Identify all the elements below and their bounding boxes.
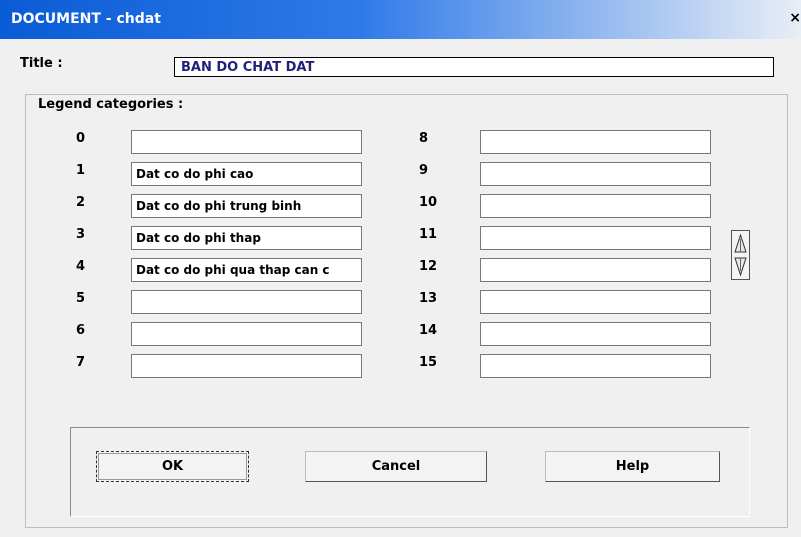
category-number: 5 (76, 291, 86, 306)
title-bar: DOCUMENT - chdat × (0, 0, 801, 39)
category-number: 13 (419, 291, 438, 306)
category-field[interactable] (131, 290, 362, 314)
category-scroll-spinner[interactable] (731, 230, 750, 280)
category-number: 7 (76, 355, 86, 370)
category-field[interactable]: Dat co do phi qua thap can c (131, 258, 362, 282)
category-field[interactable] (480, 226, 711, 250)
category-number: 1 (76, 163, 86, 178)
category-number: 4 (76, 259, 86, 274)
category-number: 3 (76, 227, 86, 242)
legend-categories-label: Legend categories : (36, 97, 186, 112)
category-number: 9 (419, 163, 429, 178)
up-down-arrow-icon (734, 233, 747, 277)
category-field[interactable]: Dat co do phi thap (131, 226, 362, 250)
category-number: 2 (76, 195, 86, 210)
category-number: 6 (76, 323, 86, 338)
help-button[interactable]: Help (545, 451, 720, 482)
title-label: Title : (20, 56, 63, 71)
category-number: 11 (419, 227, 438, 242)
category-field[interactable] (480, 322, 711, 346)
category-field[interactable] (131, 130, 362, 154)
category-field[interactable] (131, 354, 362, 378)
category-field[interactable] (480, 194, 711, 218)
category-field[interactable]: Dat co do phi cao (131, 162, 362, 186)
category-number: 8 (419, 131, 429, 146)
category-field[interactable] (480, 354, 711, 378)
category-field[interactable] (480, 162, 711, 186)
category-field[interactable] (480, 130, 711, 154)
category-number: 15 (419, 355, 438, 370)
close-icon[interactable]: × (789, 10, 801, 26)
category-field[interactable] (480, 258, 711, 282)
category-number: 0 (76, 131, 86, 146)
category-field[interactable] (480, 290, 711, 314)
title-input[interactable]: BAN DO CHAT DAT (174, 57, 774, 77)
category-number: 12 (419, 259, 438, 274)
category-field[interactable] (131, 322, 362, 346)
window-title: DOCUMENT - chdat (11, 11, 161, 27)
ok-button[interactable]: OK (96, 451, 249, 482)
category-number: 14 (419, 323, 438, 338)
cancel-button[interactable]: Cancel (305, 451, 487, 482)
category-field[interactable]: Dat co do phi trung binh (131, 194, 362, 218)
category-number: 10 (419, 195, 438, 210)
